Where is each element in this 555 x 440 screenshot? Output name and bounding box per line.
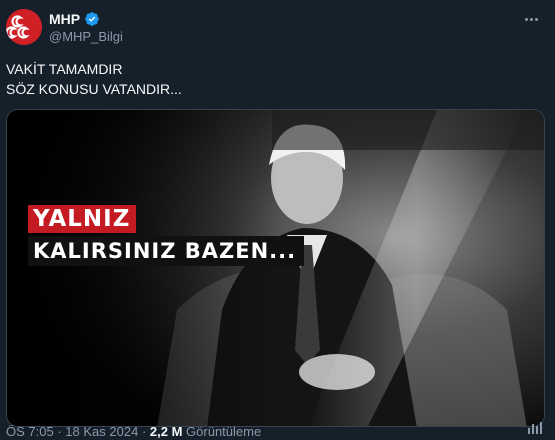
tweet-text-line: SÖZ KONUSU VATANDIR...	[6, 81, 182, 97]
tweet-media-image[interactable]: YALNIZ KALIRSINIZ BAZEN...	[6, 109, 545, 427]
mhp-logo-icon	[6, 9, 42, 45]
tweet-text: VAKİT TAMAMDIR SÖZ KONUSU VATANDIR...	[6, 59, 182, 99]
views-label: Görüntüleme	[186, 424, 262, 439]
more-icon-dot	[524, 17, 528, 21]
tweet-date[interactable]: 18 Kas 2024	[65, 424, 138, 439]
more-options-button[interactable]	[521, 12, 541, 26]
banner-line2: KALIRSINIZ BAZEN...	[28, 236, 305, 266]
separator: ·	[141, 424, 147, 439]
author-name[interactable]: MHP	[49, 11, 80, 27]
banner-line1: YALNIZ	[28, 205, 137, 233]
name-row: MHP	[49, 11, 123, 27]
avatar[interactable]	[6, 9, 42, 45]
author-handle[interactable]: @MHP_Bilgi	[49, 29, 123, 45]
verified-badge-icon[interactable]	[84, 11, 100, 27]
tweet-time[interactable]: ÖS 7:05	[6, 424, 54, 439]
views-count: 2,2 M	[149, 424, 183, 439]
image-banner: YALNIZ KALIRSINIZ BAZEN...	[28, 205, 305, 266]
tweet-header: MHP @MHP_Bilgi	[49, 11, 123, 45]
separator: ·	[57, 424, 62, 439]
more-icon-dot	[534, 17, 538, 21]
tweet-meta: ÖS 7:05 · 18 Kas 2024 · 2,2 M Görüntülem…	[6, 424, 261, 440]
photo-portrait	[7, 110, 544, 426]
more-icon-dot	[529, 17, 533, 21]
tweet-text-line: VAKİT TAMAMDIR	[6, 61, 123, 77]
